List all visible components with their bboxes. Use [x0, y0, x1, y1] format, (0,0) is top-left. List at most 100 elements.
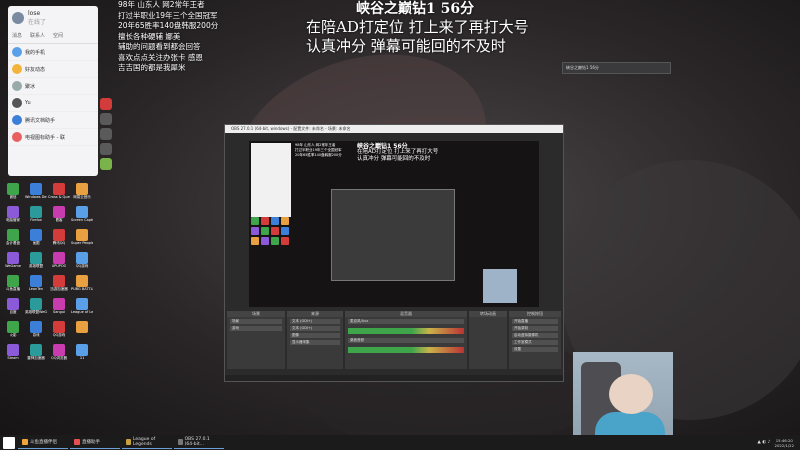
controls-panel[interactable]: 控制按钮 开始直播 开始录制 启动虚拟摄像机 工作室模式 设置 [509, 311, 561, 369]
volume-meter[interactable] [348, 347, 464, 353]
avatar [12, 81, 22, 91]
desktop-icon[interactable]: Cross & Quest [48, 183, 70, 205]
windows-start-icon[interactable] [3, 436, 15, 449]
start-streaming-button[interactable]: 开始直播 [512, 319, 558, 324]
source-item[interactable]: 文本 (GDI+) [290, 319, 340, 324]
netease-music-icon[interactable] [100, 98, 112, 110]
desktop-icon[interactable]: G1 [71, 344, 93, 366]
app-icon [7, 298, 19, 310]
taskbar-item[interactable]: 斗鱼直播伴侣 [18, 436, 68, 449]
desktop-icon[interactable]: Steam [2, 344, 24, 366]
desktop-icon[interactable]: 斗鱼直播 [2, 275, 24, 297]
clock[interactable]: 15:46:20 2022/1/22 [775, 438, 794, 448]
scenes-panel[interactable]: 场景 场景 游戏 [227, 311, 285, 369]
desktop-icon[interactable]: 火影 [2, 321, 24, 343]
app-icon [76, 344, 88, 356]
studio-mode-button[interactable]: 工作室模式 [512, 340, 558, 345]
app-icon [53, 206, 65, 218]
scene-item[interactable]: 游戏 [230, 326, 282, 331]
source-item[interactable]: 文本 (GDI+) [290, 326, 340, 331]
panel-header: 来源 [287, 311, 343, 317]
desktop-icon-label: PUBG BATTLEGROUNDS [71, 287, 93, 291]
transitions-panel[interactable]: 转场动画 [469, 311, 507, 369]
overlay-line: 98年 山东人 网2常年王者 [118, 0, 205, 9]
contact-row[interactable]: 我的手机 [8, 44, 98, 61]
overlay-line: 吉吉国的都是我犀米 [118, 63, 186, 72]
shadowplay-icon[interactable] [100, 158, 112, 170]
desktop-icon[interactable]: QQ游戏 [71, 252, 93, 274]
obs-preview[interactable]: 98年 山东人 网2常年王者 打过半职业19年三个全国冠军 20年65胜率140… [249, 141, 539, 307]
avatar[interactable] [12, 12, 24, 24]
scene-item[interactable]: 场景 [230, 319, 282, 324]
obs-titlebar[interactable]: OBS 27.0.1 (64-bit, windows) - 配置文件: 未命名… [225, 125, 563, 133]
chat-header: lose 在线了 [8, 6, 98, 28]
desktop-icon[interactable]: 游戏 [25, 321, 47, 343]
stream-subtitle-line: 认真冲分 弹幕可能回的不及时 [306, 37, 506, 55]
desktop-icon[interactable]: 看客 [48, 206, 70, 228]
taskbar-item[interactable]: OBS 27.0.1 (64-bit... [174, 436, 224, 449]
desktop-icon[interactable]: 迅游加速器 [48, 275, 70, 297]
desktop-icon-label: G1 [79, 356, 85, 360]
desktop-icon[interactable]: 英雄联盟WeGame [25, 298, 47, 320]
chat-tab[interactable]: 空间 [53, 32, 63, 39]
desktop-icon[interactable]: 电脑管家 [2, 206, 24, 228]
panel-header: 混音器 [345, 311, 467, 317]
desktop-icon-label: 英雄联盟 [29, 264, 43, 268]
app-icon [53, 344, 65, 356]
desktop-icon[interactable]: Sangui [48, 298, 70, 320]
desktop-icon[interactable]: Super People CBT [71, 229, 93, 251]
overlay-line: 辅助的问题看到都会回答 [118, 42, 201, 51]
chat-tab[interactable]: 联系人 [30, 32, 45, 39]
contact-row[interactable]: Yu [8, 95, 98, 112]
contact-name: 聚冰 [25, 83, 36, 90]
desktop-icon[interactable]: UPUPOO [48, 252, 70, 274]
desktop-icon[interactable]: LeanTen [25, 275, 47, 297]
taskbar-item[interactable]: League of Legends [122, 436, 172, 449]
desktop-icon[interactable]: QQ浏览器 [48, 344, 70, 366]
desktop-icon[interactable]: QQ游戏 [48, 321, 70, 343]
app-icon [53, 183, 65, 195]
sources-panel[interactable]: 来源 文本 (GDI+) 文本 (GDI+) 图像 显示器采集 [287, 311, 343, 369]
contact-row[interactable]: 腾讯文档助手 [8, 112, 98, 129]
start-recording-button[interactable]: 开始录制 [512, 326, 558, 331]
desktop-icon[interactable]: 画图 [25, 229, 47, 251]
desktop-icon[interactable]: Windows Defender [25, 183, 47, 205]
contact-row[interactable]: 电视图标助手 - 联 [8, 129, 98, 146]
desktop-icon[interactable]: 百度 [2, 298, 24, 320]
desktop-icon[interactable]: 腾讯QQ [48, 229, 70, 251]
system-tray[interactable]: ▲ ◐ ♪ 15:46:20 2022/1/22 [757, 438, 800, 448]
chat-tabs: 消息 联系人 空间 [8, 28, 98, 44]
tray-icons[interactable]: ▲ ◐ ♪ [757, 440, 770, 445]
source-item[interactable]: 显示器采集 [290, 340, 340, 345]
contact-row[interactable]: 聚冰 [8, 78, 98, 95]
settings-button[interactable]: 设置 [512, 347, 558, 352]
taskbar-item[interactable]: 直播助手 [70, 436, 120, 449]
desktop-icon[interactable]: 会计看盘 [2, 229, 24, 251]
app-icon[interactable] [100, 113, 112, 125]
desktop-icon[interactable]: Screen Capture [71, 206, 93, 228]
contact-name: 我的手机 [25, 49, 46, 56]
source-item[interactable]: 图像 [290, 333, 340, 338]
desktop-icon[interactable]: 网易云音乐 [71, 183, 93, 205]
desktop-icon[interactable]: Firefox [25, 206, 47, 228]
app-icon[interactable] [100, 143, 112, 155]
desktop-icon[interactable]: WeGame [2, 252, 24, 274]
desktop-icon[interactable] [71, 321, 93, 343]
desktop-icon-label: Windows Defender [25, 195, 47, 199]
desktop-icon[interactable]: 英雄联盟 [25, 252, 47, 274]
desktop-icon-label: Sangui [53, 310, 65, 314]
audio-mixer-panel[interactable]: 混音器 麦克风/Aux 桌面音频 [345, 311, 467, 369]
qq-chat-panel[interactable]: lose 在线了 消息 联系人 空间 我的手机 好友动态 聚冰 Yu 腾讯文档助… [8, 6, 98, 176]
obs-window[interactable]: OBS 27.0.1 (64-bit, windows) - 配置文件: 未命名… [224, 124, 564, 382]
chat-tab[interactable]: 消息 [12, 32, 22, 39]
app-icon[interactable] [100, 128, 112, 140]
app-icon [53, 252, 65, 264]
volume-meter[interactable] [348, 328, 464, 334]
desktop-icon[interactable]: PUBG BATTLEGROUNDS [71, 275, 93, 297]
contact-row[interactable]: 好友动态 [8, 61, 98, 78]
desktop-icon[interactable]: 微信 [2, 183, 24, 205]
virtual-camera-button[interactable]: 启动虚拟摄像机 [512, 333, 558, 338]
stream-title-window[interactable]: 峡谷之巅钻1 56分 [562, 62, 671, 74]
desktop-icon[interactable]: League of Legends [71, 298, 93, 320]
desktop-icon[interactable]: 雷神加速器 [25, 344, 47, 366]
